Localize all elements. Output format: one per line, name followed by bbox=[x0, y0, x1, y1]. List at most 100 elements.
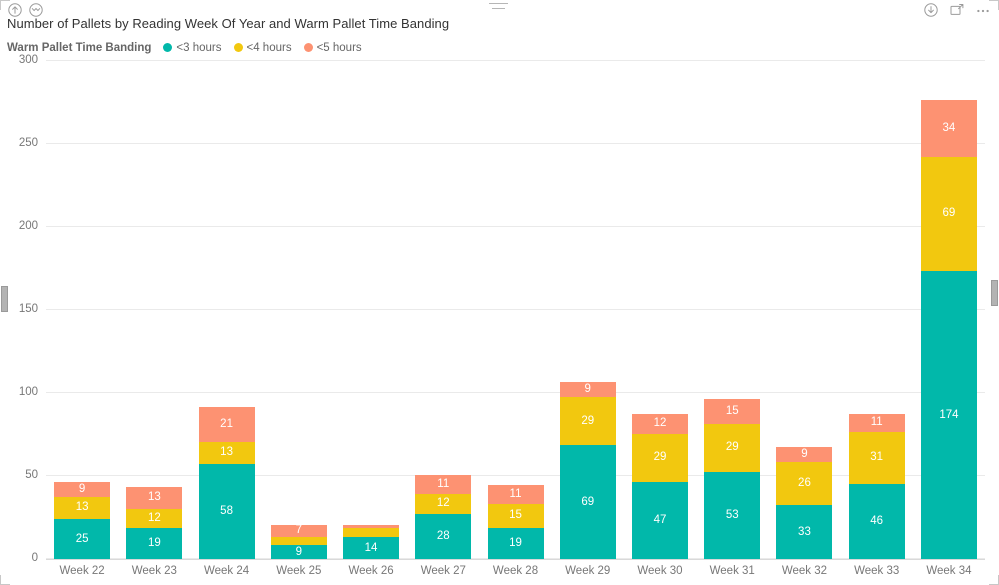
bar-slot: 11 31 46 bbox=[841, 60, 913, 560]
bar-value-label: 53 bbox=[725, 509, 739, 522]
bar-segment[interactable]: 34 bbox=[920, 100, 977, 157]
bar-stack[interactable]: 9 13 25 bbox=[54, 481, 111, 560]
legend-item[interactable]: <4 hours bbox=[233, 42, 292, 54]
bar-segment[interactable]: 58 bbox=[198, 463, 255, 560]
bar-stack[interactable]: 79 bbox=[270, 525, 327, 560]
bar-stack[interactable]: 14 bbox=[343, 525, 400, 560]
bar-segment[interactable]: 25 bbox=[54, 518, 111, 560]
bar-value-label: 31 bbox=[870, 451, 884, 464]
bar-segment[interactable]: 31 bbox=[848, 432, 905, 484]
bar-segment[interactable]: 12 bbox=[631, 413, 688, 434]
bar-stack[interactable]: 13 12 19 bbox=[126, 486, 183, 560]
bar-slot: 9 13 25 bbox=[46, 60, 118, 560]
right-scrollbar-thumb[interactable] bbox=[991, 280, 998, 306]
bar-segment[interactable]: 29 bbox=[631, 433, 688, 482]
bar-segment[interactable] bbox=[343, 528, 400, 537]
legend-item[interactable]: <3 hours bbox=[163, 42, 222, 54]
bar-stack[interactable]: 9 29 69 bbox=[559, 382, 616, 560]
x-axis-tick-label[interactable]: Week 29 bbox=[552, 560, 624, 582]
x-axis-tick-label[interactable]: Week 27 bbox=[407, 560, 479, 582]
bar-segment[interactable]: 11 bbox=[415, 475, 472, 494]
bar-segment[interactable]: 29 bbox=[704, 423, 761, 473]
x-axis-tick-label[interactable]: Week 25 bbox=[263, 560, 335, 582]
bar-slot: 21 13 58 bbox=[190, 60, 262, 560]
bar-segment[interactable]: 11 bbox=[487, 485, 544, 504]
bar-segment[interactable]: 26 bbox=[776, 462, 833, 506]
download-icon[interactable] bbox=[923, 2, 939, 18]
bar-segment[interactable]: 9 bbox=[559, 382, 616, 398]
bar-segment[interactable]: 47 bbox=[631, 481, 688, 560]
bar-segment[interactable]: 174 bbox=[920, 271, 977, 560]
right-scrollbar[interactable] bbox=[991, 18, 998, 561]
x-axis-tick-label[interactable]: Week 31 bbox=[696, 560, 768, 582]
bar-segment[interactable]: 13 bbox=[54, 496, 111, 519]
left-scrollbar[interactable] bbox=[1, 18, 8, 561]
bar-segment[interactable]: 9 bbox=[776, 447, 833, 463]
bar-stack[interactable]: 11 12 28 bbox=[415, 475, 472, 560]
frame-corner-bottom-right bbox=[989, 575, 999, 585]
bar-segment[interactable]: 28 bbox=[415, 513, 472, 560]
menu-line bbox=[492, 8, 505, 9]
bar-stack[interactable]: 11 15 19 bbox=[487, 485, 544, 560]
bar-stack[interactable]: 15 29 53 bbox=[704, 399, 761, 560]
bar-value-label: 29 bbox=[653, 451, 667, 464]
legend-item[interactable]: <5 hours bbox=[303, 42, 362, 54]
bar-segment[interactable]: 33 bbox=[776, 505, 833, 560]
bar-segment[interactable]: 9 bbox=[270, 545, 327, 560]
bar-segment[interactable]: 19 bbox=[487, 528, 544, 560]
bar-stack[interactable]: 21 13 58 bbox=[198, 407, 255, 560]
x-axis-tick-label[interactable]: Week 32 bbox=[768, 560, 840, 582]
bar-stack[interactable]: 12 29 47 bbox=[631, 413, 688, 560]
x-axis-tick-label[interactable]: Week 23 bbox=[118, 560, 190, 582]
x-axis-tick-label[interactable]: Week 30 bbox=[624, 560, 696, 582]
x-axis-tick-label[interactable]: Week 22 bbox=[46, 560, 118, 582]
bar-slot: 34 69 174 bbox=[913, 60, 985, 560]
bar-value-label: 13 bbox=[220, 446, 233, 459]
bar-value-label: 19 bbox=[509, 537, 522, 550]
left-scrollbar-thumb[interactable] bbox=[1, 286, 8, 312]
bar-segment[interactable]: 15 bbox=[487, 503, 544, 529]
bar-segment[interactable]: 29 bbox=[559, 397, 616, 446]
bar-segment[interactable]: 69 bbox=[559, 445, 616, 560]
bar-value-label: 46 bbox=[870, 515, 884, 528]
bar-slot: 11 15 19 bbox=[479, 60, 551, 560]
bar-segment[interactable]: 53 bbox=[704, 472, 761, 560]
bar-value-label: 174 bbox=[939, 408, 959, 421]
x-axis-tick-label[interactable]: Week 26 bbox=[335, 560, 407, 582]
bar-value-label: 11 bbox=[509, 487, 522, 500]
bar-stack[interactable]: 9 26 33 bbox=[776, 447, 833, 560]
bar-segment[interactable]: 15 bbox=[704, 399, 761, 424]
bar-value-label: 9 bbox=[295, 545, 303, 558]
bar-value-label: 9 bbox=[584, 383, 591, 396]
focus-mode-icon[interactable] bbox=[949, 2, 965, 18]
bar-segment[interactable]: 12 bbox=[415, 493, 472, 514]
bar-segment[interactable]: 12 bbox=[126, 508, 183, 529]
bar-segment[interactable]: 14 bbox=[343, 536, 400, 560]
bar-segment[interactable]: 21 bbox=[198, 407, 255, 443]
bar-segment[interactable]: 9 bbox=[54, 481, 111, 497]
legend-color-swatch-icon bbox=[163, 43, 173, 52]
more-options-ellipsis-icon[interactable] bbox=[975, 2, 991, 18]
bar-value-label: 19 bbox=[147, 537, 161, 550]
bar-stack[interactable]: 34 69 174 bbox=[920, 100, 977, 560]
bar-segment[interactable]: 7 bbox=[270, 525, 327, 537]
bar-segment[interactable]: 11 bbox=[848, 413, 905, 433]
bar-segment[interactable]: 13 bbox=[126, 486, 183, 509]
bar-slot: 12 29 47 bbox=[624, 60, 696, 560]
bar-slot: 11 12 28 bbox=[407, 60, 479, 560]
x-axis-tick-label[interactable]: Week 33 bbox=[841, 560, 913, 582]
bar-stack[interactable]: 11 31 46 bbox=[848, 413, 905, 560]
bar-segment[interactable]: 13 bbox=[198, 442, 255, 464]
x-axis-tick-label[interactable]: Week 34 bbox=[913, 560, 985, 582]
x-axis-tick-label[interactable]: Week 24 bbox=[190, 560, 262, 582]
frame-corner-bottom-left bbox=[0, 575, 10, 585]
bar-value-label: 7 bbox=[295, 525, 303, 537]
bar-segment[interactable]: 46 bbox=[848, 483, 905, 560]
bar-slot: 13 12 19 bbox=[118, 60, 190, 560]
bar-segment[interactable]: 69 bbox=[920, 156, 977, 272]
legend-title: Warm Pallet Time Banding bbox=[7, 41, 152, 54]
x-axis-tick-label[interactable]: Week 28 bbox=[479, 560, 551, 582]
bar-segment[interactable]: 19 bbox=[126, 528, 183, 560]
bar-segment[interactable] bbox=[270, 536, 327, 546]
filter-menu-icon[interactable] bbox=[489, 3, 508, 14]
